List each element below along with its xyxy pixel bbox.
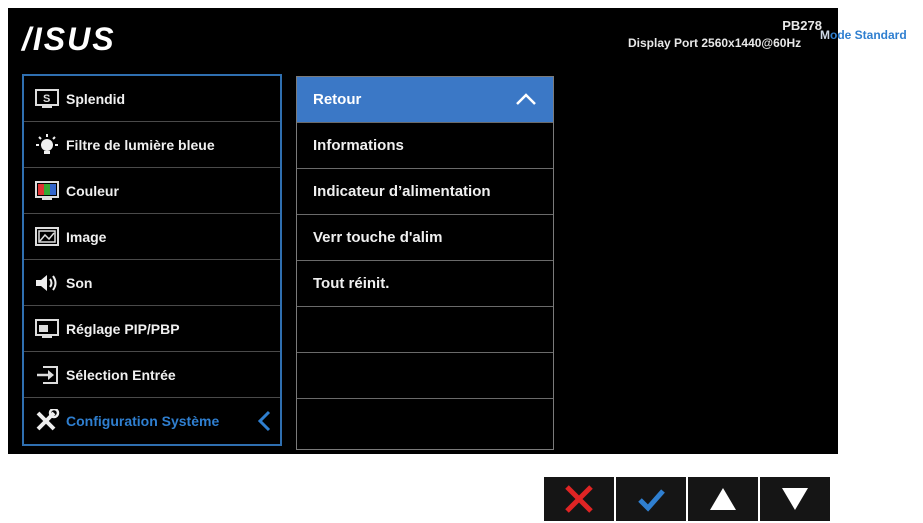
chevron-up-icon — [516, 93, 536, 105]
arrow-down-icon — [782, 488, 808, 510]
sidebar-item-pip-pbp[interactable]: Réglage PIP/PBP — [24, 306, 280, 352]
close-button[interactable] — [544, 477, 614, 521]
submenu: Retour Informations Indicateur d’aliment… — [296, 76, 554, 450]
asus-logo: /ISUS — [20, 21, 116, 56]
confirm-button[interactable] — [616, 477, 686, 521]
sidebar-item-label: Image — [66, 228, 107, 245]
svg-text:/ISUS: /ISUS — [20, 21, 116, 56]
sidebar-item-label: Couleur — [66, 182, 119, 199]
port-info: Display Port 2560x1440@60Hz — [628, 36, 802, 50]
splendid-icon: S — [34, 88, 60, 110]
sidebar-item-label: Splendid — [66, 90, 126, 107]
sidebar-item-label: Filtre de lumière bleue — [66, 136, 215, 153]
down-button[interactable] — [760, 477, 830, 521]
sidebar-item-system-setup[interactable]: Configuration Système — [24, 398, 280, 444]
image-icon — [34, 226, 60, 248]
main-menu: S Splendid Filtre de lumière bleue Coule… — [22, 74, 282, 446]
sidebar-item-label: Réglage PIP/PBP — [66, 320, 180, 337]
sidebar-item-label: Sélection Entrée — [66, 366, 176, 383]
input-icon — [34, 364, 60, 386]
submenu-item-label: Verr touche d'alim — [313, 229, 443, 246]
sidebar-item-input-select[interactable]: Sélection Entrée — [24, 352, 280, 398]
up-button[interactable] — [688, 477, 758, 521]
mode-indicator: Mode Standard — [820, 28, 907, 42]
submenu-item-label: Informations — [313, 137, 404, 154]
submenu-item-empty — [297, 307, 553, 353]
sidebar-item-splendid[interactable]: S Splendid — [24, 76, 280, 122]
submenu-item-power-indicator[interactable]: Indicateur d’alimentation — [297, 169, 553, 215]
sidebar-item-image[interactable]: Image — [24, 214, 280, 260]
submenu-item-back[interactable]: Retour — [297, 77, 553, 123]
submenu-item-label: Indicateur d’alimentation — [313, 183, 491, 200]
color-icon — [34, 180, 60, 202]
submenu-item-information[interactable]: Informations — [297, 123, 553, 169]
sidebar-item-sound[interactable]: Son — [24, 260, 280, 306]
submenu-item-empty — [297, 399, 553, 445]
submenu-item-label: Tout réinit. — [313, 275, 390, 292]
submenu-item-empty — [297, 353, 553, 399]
close-icon — [565, 485, 593, 513]
sidebar-item-label: Son — [66, 274, 93, 291]
wrench-icon — [34, 409, 60, 432]
arrow-up-icon — [710, 488, 736, 510]
sidebar-item-label: Configuration Système — [66, 413, 220, 429]
osd-controls — [544, 477, 830, 521]
pip-icon — [34, 318, 60, 340]
submenu-item-reset-all[interactable]: Tout réinit. — [297, 261, 553, 307]
speaker-icon — [34, 272, 60, 294]
submenu-item-label: Retour — [313, 91, 362, 108]
osd-panel: /ISUS PB278 Display Port 2560x1440@60Hz … — [8, 8, 838, 454]
svg-text:S: S — [43, 93, 50, 105]
submenu-item-power-key-lock[interactable]: Verr touche d'alim — [297, 215, 553, 261]
chevron-left-icon — [257, 410, 271, 432]
model-name: PB278 — [782, 18, 822, 33]
bulb-icon — [34, 133, 60, 156]
sidebar-item-blue-light[interactable]: Filtre de lumière bleue — [24, 122, 280, 168]
sidebar-item-color[interactable]: Couleur — [24, 168, 280, 214]
check-icon — [638, 489, 665, 512]
